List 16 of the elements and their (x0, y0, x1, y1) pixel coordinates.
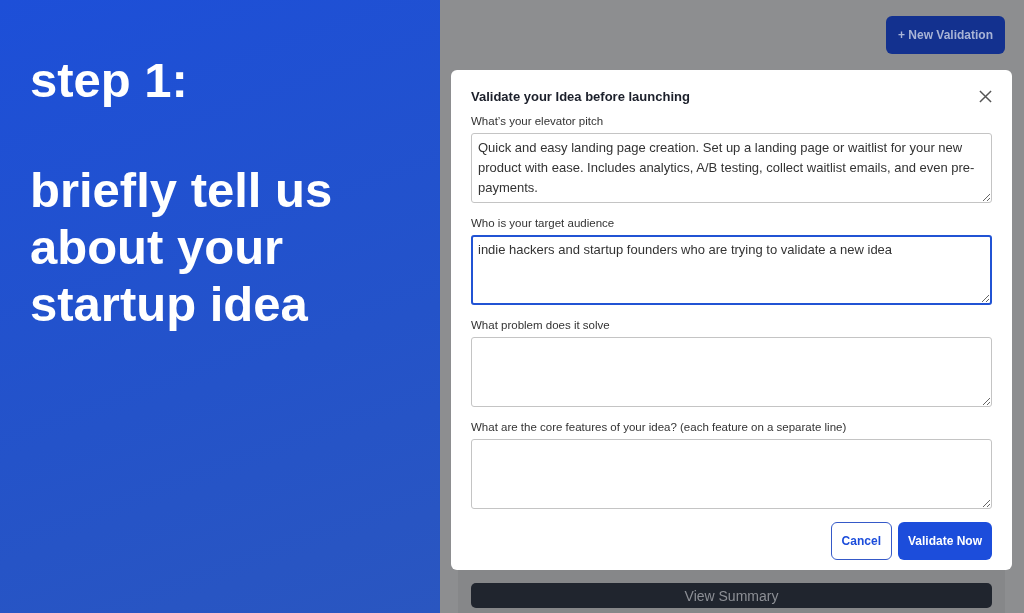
field-label: Who is your target audience (471, 216, 616, 230)
close-icon[interactable] (979, 90, 992, 103)
text-area[interactable] (471, 337, 992, 407)
cancel-button[interactable]: Cancel (830, 522, 892, 560)
field-label: What’s your elevator pitch (471, 114, 605, 128)
step-heading: step 1: (30, 52, 188, 109)
new-validation-button[interactable]: + New Validation (885, 16, 1005, 54)
field-label: What are the core features of your idea? (each feature on a separate line) (471, 420, 848, 434)
headline: briefly tell us about your startup idea (30, 162, 333, 333)
validate-button[interactable]: Validate Now (897, 522, 992, 560)
text-area[interactable]: Quick and easy landing page creation. Set up a landing page or waitlist for your new product with ease. Includes analytics, A/B testing, collect waitlist emails, and even pre-payments. (471, 133, 992, 203)
view-summary-button[interactable]: View Summary (471, 583, 992, 608)
text-area[interactable] (471, 439, 992, 509)
dialog-title: Validate your Idea before launching (471, 89, 690, 104)
text-area[interactable]: indie hackers and startup founders who are trying to validate a new idea (471, 235, 992, 305)
field-label: What problem does it solve (471, 318, 611, 332)
